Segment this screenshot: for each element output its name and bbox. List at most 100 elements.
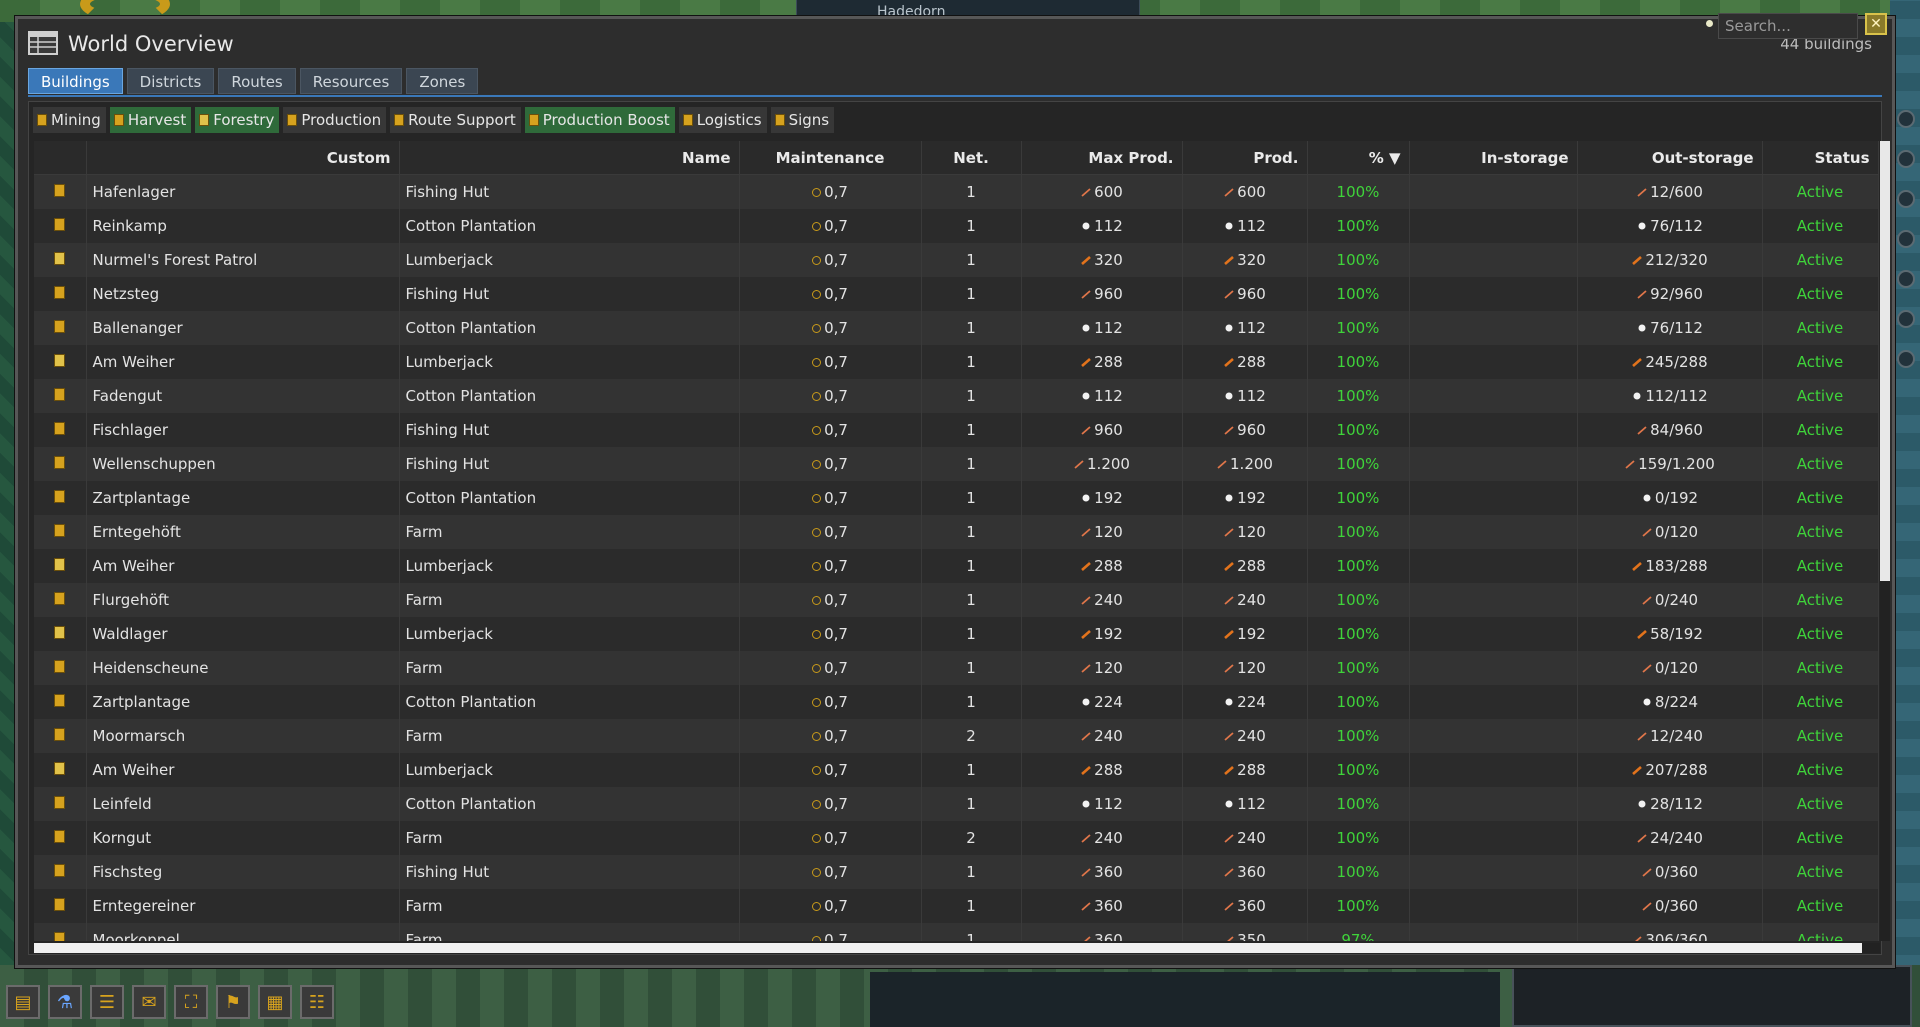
tab-resources[interactable]: Resources bbox=[299, 68, 403, 94]
table-row[interactable]: Leinfeld Cotton Plantation 0,7 1 112 112 100% 2… bbox=[34, 787, 1879, 821]
custom-name-cell[interactable]: Ballenanger bbox=[86, 311, 400, 345]
filter-production-boost[interactable]: Production Boost bbox=[524, 107, 675, 133]
custom-name-cell[interactable]: Fadengut bbox=[86, 379, 400, 413]
column-header-prod[interactable]: Prod. bbox=[1182, 141, 1308, 175]
fish-icon bbox=[1642, 902, 1652, 911]
custom-name-cell[interactable]: Korngut bbox=[86, 821, 400, 855]
settings-sliders-button[interactable]: ☷ bbox=[300, 985, 334, 1019]
filter-forestry[interactable]: Forestry bbox=[195, 107, 280, 133]
custom-name-cell[interactable]: Erntegereiner bbox=[86, 889, 400, 923]
table-row[interactable]: Ballenanger Cotton Plantation 0,7 1 112 112 10… bbox=[34, 311, 1879, 345]
horizontal-scroll-thumb[interactable] bbox=[34, 943, 1862, 953]
custom-name-cell[interactable]: Reinkamp bbox=[86, 209, 400, 243]
column-header-net[interactable]: Net. bbox=[921, 141, 1022, 175]
search-input[interactable] bbox=[1718, 13, 1858, 39]
table-row[interactable]: Reinkamp Cotton Plantation 0,7 1 112 112 100% 7… bbox=[34, 209, 1879, 243]
custom-name-cell[interactable]: Flurgehöft bbox=[86, 583, 400, 617]
filter-harvest[interactable]: Harvest bbox=[109, 107, 192, 133]
table-row[interactable]: Am Weiher Lumberjack 0,7 1 288 288 100% 183/288… bbox=[34, 549, 1879, 583]
tab-routes[interactable]: Routes bbox=[218, 68, 296, 94]
table-row[interactable]: Moormarsch Farm 0,7 2 240 240 100% 12/240 Active bbox=[34, 719, 1879, 753]
filter-signs[interactable]: Signs bbox=[770, 107, 835, 133]
vertical-scrollbar[interactable] bbox=[1880, 141, 1890, 941]
table-row[interactable]: Netzsteg Fishing Hut 0,7 1 960 960 100% 92/960 A… bbox=[34, 277, 1879, 311]
filter-logistics[interactable]: Logistics bbox=[678, 107, 767, 133]
mail-button[interactable]: ✉ bbox=[132, 985, 166, 1019]
table-row[interactable]: Wellenschuppen Fishing Hut 0,7 1 1.200 1.200 1… bbox=[34, 447, 1879, 481]
column-header-out-storage[interactable]: Out-storage bbox=[1577, 141, 1763, 175]
max-prod-cell: 112 bbox=[1021, 311, 1183, 345]
custom-name-cell[interactable]: Erntegehöft bbox=[86, 515, 400, 549]
table-row[interactable]: Flurgehöft Farm 0,7 1 240 240 100% 0/240 Active bbox=[34, 583, 1879, 617]
map-button[interactable]: ⛶ bbox=[174, 985, 208, 1019]
column-header-status[interactable]: Status bbox=[1762, 141, 1879, 175]
custom-name-cell[interactable]: Leinfeld bbox=[86, 787, 400, 821]
table-row[interactable]: Fadengut Cotton Plantation 0,7 1 112 112 100% 1… bbox=[34, 379, 1879, 413]
quest-scroll-icon: ☰ bbox=[98, 991, 116, 1013]
table-row[interactable]: Erntegereiner Farm 0,7 1 360 360 100% 0/360 Acti… bbox=[34, 889, 1879, 923]
column-header-custom[interactable]: Custom bbox=[86, 141, 400, 175]
custom-name-cell[interactable]: Am Weiher bbox=[86, 345, 400, 379]
custom-name-cell[interactable]: Heidenscheune bbox=[86, 651, 400, 685]
close-button[interactable]: ✕ bbox=[1865, 13, 1887, 35]
filter-route-support[interactable]: Route Support bbox=[390, 107, 521, 133]
table-row[interactable]: Waldlager Lumberjack 0,7 1 192 192 100% 58/192 A… bbox=[34, 617, 1879, 651]
side-circle-icon[interactable] bbox=[1897, 270, 1915, 288]
table-row[interactable]: Zartplantage Cotton Plantation 0,7 1 192 192 1… bbox=[34, 481, 1879, 515]
out-storage-value: 112/112 bbox=[1645, 387, 1708, 405]
tab-districts[interactable]: Districts bbox=[126, 68, 215, 94]
custom-name-cell[interactable]: Wellenschuppen bbox=[86, 447, 400, 481]
quest-scroll-button[interactable]: ☰ bbox=[90, 985, 124, 1019]
table-row[interactable]: Erntegehöft Farm 0,7 1 120 120 100% 0/120 Active bbox=[34, 515, 1879, 549]
filter-mining[interactable]: Mining bbox=[33, 107, 106, 133]
side-circle-icon[interactable] bbox=[1897, 230, 1915, 248]
custom-name-cell[interactable]: Am Weiher bbox=[86, 753, 400, 787]
table-row[interactable]: Moorkoppel Farm 0,7 1 360 350 97% 306/360 Active bbox=[34, 923, 1879, 941]
custom-name-cell[interactable]: Netzsteg bbox=[86, 277, 400, 311]
cotton-icon bbox=[1225, 698, 1233, 706]
out-storage-cell: 207/288 bbox=[1577, 753, 1763, 787]
column-header-in-storage[interactable]: In-storage bbox=[1409, 141, 1578, 175]
column-header-icon[interactable] bbox=[34, 141, 87, 175]
table-row[interactable]: Hafenlager Fishing Hut 0,7 1 600 600 100% 12/60… bbox=[34, 174, 1879, 209]
world-overview-button[interactable]: ▦ bbox=[258, 985, 292, 1019]
tab-buildings[interactable]: Buildings bbox=[28, 68, 123, 94]
table-row[interactable]: Am Weiher Lumberjack 0,7 1 288 288 100% 207/288… bbox=[34, 753, 1879, 787]
custom-name-cell[interactable]: Moormarsch bbox=[86, 719, 400, 753]
statistics-button[interactable]: ▤ bbox=[6, 985, 40, 1019]
custom-name-cell[interactable]: Nurmel's Forest Patrol bbox=[86, 243, 400, 277]
building-icon bbox=[54, 422, 66, 435]
side-circle-icon[interactable] bbox=[1897, 190, 1915, 208]
horizontal-scrollbar[interactable] bbox=[34, 943, 1880, 953]
research-flask-button[interactable]: ⚗ bbox=[48, 985, 82, 1019]
side-circle-icon[interactable] bbox=[1897, 310, 1915, 328]
table-row[interactable]: Heidenscheune Farm 0,7 1 120 120 100% 0/120 Acti… bbox=[34, 651, 1879, 685]
filter-label: Mining bbox=[51, 111, 101, 129]
table-row[interactable]: Zartplantage Cotton Plantation 0,7 1 224 224 1… bbox=[34, 685, 1879, 719]
custom-name-cell[interactable]: Waldlager bbox=[86, 617, 400, 651]
custom-name-cell[interactable]: Zartplantage bbox=[86, 481, 400, 515]
column-header-[interactable]: % ▼ bbox=[1307, 141, 1410, 175]
side-circle-icon[interactable] bbox=[1897, 350, 1915, 368]
filter-production[interactable]: Production bbox=[283, 107, 387, 133]
column-header-name[interactable]: Name bbox=[399, 141, 740, 175]
table-row[interactable]: Nurmel's Forest Patrol Lumberjack 0,7 1 320 3… bbox=[34, 243, 1879, 277]
custom-name-cell[interactable]: Moorkoppel bbox=[86, 923, 400, 941]
table-row[interactable]: Fischsteg Fishing Hut 0,7 1 360 360 100% 0/360 A… bbox=[34, 855, 1879, 889]
table-row[interactable]: Korngut Farm 0,7 2 240 240 100% 24/240 Active bbox=[34, 821, 1879, 855]
table-row[interactable]: Fischlager Fishing Hut 0,7 1 960 960 100% 84/96… bbox=[34, 413, 1879, 447]
building-name-cell: Fishing Hut bbox=[399, 174, 740, 209]
column-header-max-prod[interactable]: Max Prod. bbox=[1021, 141, 1183, 175]
custom-name-cell[interactable]: Fischsteg bbox=[86, 855, 400, 889]
side-circle-icon[interactable] bbox=[1897, 150, 1915, 168]
custom-name-cell[interactable]: Zartplantage bbox=[86, 685, 400, 719]
custom-name-cell[interactable]: Hafenlager bbox=[86, 174, 400, 209]
build-queue-button[interactable]: ⚑ bbox=[216, 985, 250, 1019]
custom-name-cell[interactable]: Am Weiher bbox=[86, 549, 400, 583]
side-circle-icon[interactable] bbox=[1897, 110, 1915, 128]
custom-name-cell[interactable]: Fischlager bbox=[86, 413, 400, 447]
column-header-maintenance[interactable]: Maintenance bbox=[739, 141, 922, 175]
table-row[interactable]: Am Weiher Lumberjack 0,7 1 288 288 100% 245/288… bbox=[34, 345, 1879, 379]
vertical-scroll-thumb[interactable] bbox=[1880, 141, 1890, 581]
tab-zones[interactable]: Zones bbox=[406, 68, 479, 94]
